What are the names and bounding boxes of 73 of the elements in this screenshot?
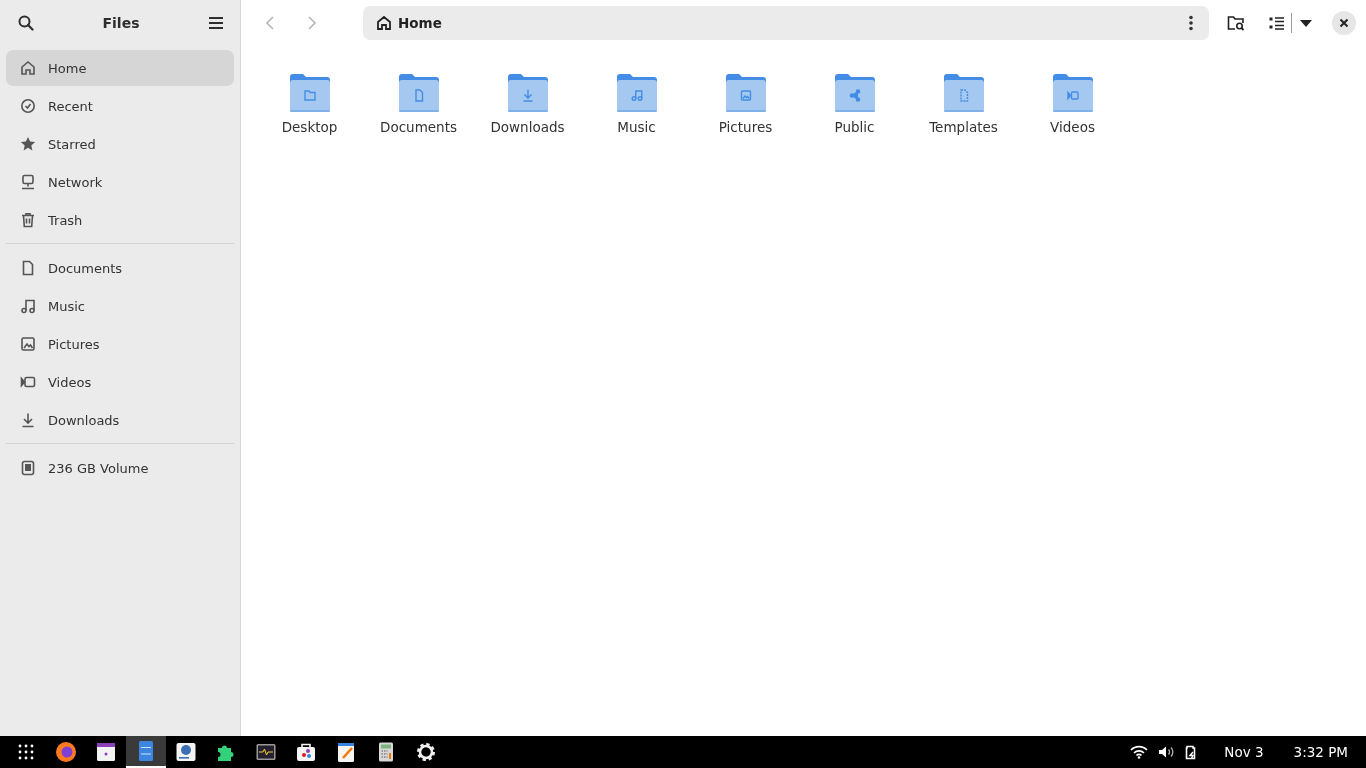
folder-search-icon [1227, 15, 1245, 31]
folder-icon [942, 73, 985, 113]
app-title: Files [102, 15, 140, 31]
list-icon [1269, 16, 1285, 30]
videos-icon [20, 374, 36, 390]
folder-item[interactable]: Documents [364, 73, 473, 135]
downloads-icon [20, 412, 36, 428]
wifi-icon [1130, 745, 1149, 759]
folder-icon [1051, 73, 1094, 113]
store-app-icon [295, 741, 317, 763]
folder-item[interactable]: Videos [1018, 73, 1127, 135]
chevron-left-icon [265, 15, 275, 31]
browser-app-icon [55, 741, 77, 763]
folder-name: Desktop [281, 119, 338, 135]
home-icon [376, 15, 392, 31]
folder-name: Templates [929, 119, 998, 135]
close-icon [1339, 18, 1349, 28]
sidebar-item[interactable]: Documents [6, 250, 234, 286]
trash-icon [20, 212, 36, 228]
settings-app-icon [415, 741, 437, 763]
editor-app-icon [335, 741, 357, 763]
folder-item[interactable]: Templates [909, 73, 1018, 135]
monitor-app-icon [255, 741, 277, 763]
home-icon [20, 60, 36, 76]
sidebar-item[interactable]: Network [6, 164, 234, 200]
vertical-dots-icon [1189, 15, 1193, 31]
music-icon [20, 298, 36, 314]
search-icon [18, 15, 34, 31]
close-button[interactable] [1332, 11, 1356, 35]
network-icon [20, 174, 36, 190]
folder-icon [615, 73, 658, 113]
sidebar-item[interactable]: Home [6, 50, 234, 86]
folder-icon [724, 73, 767, 113]
folder-icon [288, 73, 331, 113]
documents-icon [20, 260, 36, 276]
folder-name: Pictures [718, 119, 773, 135]
folder-name: Videos [1050, 119, 1095, 135]
sidebar-item[interactable]: Pictures [6, 326, 234, 362]
calendar-app-icon [95, 741, 117, 763]
installer-app-icon [175, 741, 197, 763]
folder-name: Documents [380, 119, 457, 135]
folder-item[interactable]: Pictures [691, 73, 800, 135]
folder-name: Public [834, 119, 875, 135]
sidebar-item[interactable]: Starred [6, 126, 234, 162]
caret-icon [1300, 19, 1312, 27]
date-label: Nov 3 [1224, 744, 1264, 760]
folder-item[interactable]: Music [582, 73, 691, 135]
dot-grid-icon [18, 744, 34, 760]
menu-icon [208, 16, 224, 30]
folder-icon [397, 73, 440, 113]
location-label: Home [398, 15, 443, 31]
folder-icon [506, 73, 549, 113]
volume-icon [1158, 745, 1175, 759]
clock-label: 3:32 PM [1293, 744, 1348, 760]
recent-icon [20, 98, 36, 114]
sidebar-item[interactable]: Recent [6, 88, 234, 124]
drive-icon [20, 460, 36, 476]
starred-icon [20, 136, 36, 152]
chevron-right-icon [307, 15, 317, 31]
sidebar-item[interactable]: Videos [6, 364, 234, 400]
folder-icon [833, 73, 876, 113]
folder-item[interactable]: Downloads [473, 73, 582, 135]
folder-name: Music [617, 119, 656, 135]
folder-item[interactable]: Public [800, 73, 909, 135]
folder-name: Downloads [490, 119, 565, 135]
folder-item[interactable]: Desktop [255, 73, 364, 135]
path-bar[interactable]: Home [363, 6, 1209, 40]
sidebar-item[interactable]: Music [6, 288, 234, 324]
taskbar-app[interactable] [126, 736, 166, 768]
sidebar-item[interactable]: 236 GB Volume [6, 450, 234, 486]
sidebar-item[interactable]: Trash [6, 202, 234, 238]
pictures-icon [20, 336, 36, 352]
sidebar-item[interactable]: Downloads [6, 402, 234, 438]
